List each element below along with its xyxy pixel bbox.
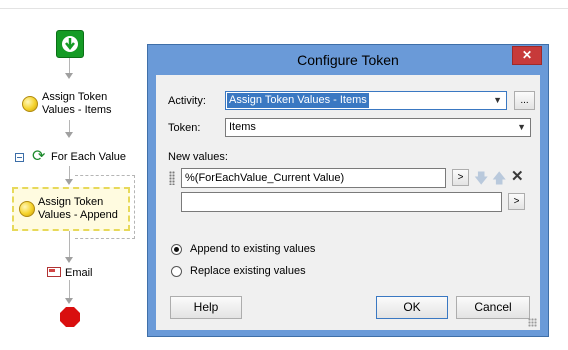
value-field-2[interactable]: [181, 192, 502, 212]
append-label[interactable]: Append to existing values: [190, 243, 315, 255]
stop-icon[interactable]: [60, 307, 80, 327]
replace-label[interactable]: Replace existing values: [190, 265, 306, 277]
token-label: Token:: [168, 122, 201, 134]
collapse-toggle[interactable]: [15, 153, 24, 162]
chevron-down-icon: ▼: [517, 122, 526, 132]
top-divider: [0, 8, 568, 9]
token-select[interactable]: Items ▼: [225, 118, 531, 137]
chevron-down-icon: ▼: [493, 95, 502, 105]
append-radio[interactable]: [171, 244, 182, 255]
step-for-each[interactable]: For Each Value: [51, 151, 126, 164]
step-assign-items[interactable]: Assign Token Values - Items: [42, 91, 112, 117]
step-email[interactable]: Email: [65, 267, 93, 280]
configure-token-dialog: Configure Token ✕ Activity: Assign Token…: [147, 44, 549, 337]
loop-icon: ⟳: [32, 148, 46, 165]
dialog-body: Activity: Assign Token Values - Items ▼ …: [156, 75, 540, 330]
step-assign-append[interactable]: Assign Token Values - Append: [38, 196, 118, 222]
activity-value: Assign Token Values - Items: [227, 93, 369, 108]
activity-label: Activity:: [168, 95, 206, 107]
activity-select[interactable]: Assign Token Values - Items ▼: [225, 91, 507, 110]
token-value: Items: [229, 121, 256, 133]
coin-icon: [19, 201, 35, 217]
new-values-label: New values:: [168, 151, 228, 163]
help-button[interactable]: Help: [170, 296, 242, 319]
dialog-title: Configure Token: [297, 52, 399, 68]
insert-token-button-1[interactable]: >: [452, 169, 469, 186]
insert-token-button-2[interactable]: >: [508, 193, 525, 210]
browse-button[interactable]: ...: [514, 91, 535, 110]
start-icon[interactable]: [56, 30, 84, 58]
ok-button[interactable]: OK: [376, 296, 448, 319]
value-field-1[interactable]: %(ForEachValue_Current Value): [181, 168, 446, 188]
drag-handle-icon[interactable]: [169, 171, 175, 185]
cancel-button[interactable]: Cancel: [456, 296, 530, 319]
replace-radio[interactable]: [171, 266, 182, 277]
close-button[interactable]: ✕: [512, 46, 542, 65]
move-up-icon: 🡅: [492, 170, 507, 186]
move-down-icon: 🡇: [474, 170, 489, 186]
mail-icon: [47, 267, 61, 277]
delete-icon[interactable]: ✕: [511, 167, 524, 185]
coin-icon: [22, 96, 38, 112]
resize-grip-icon[interactable]: [528, 318, 537, 327]
